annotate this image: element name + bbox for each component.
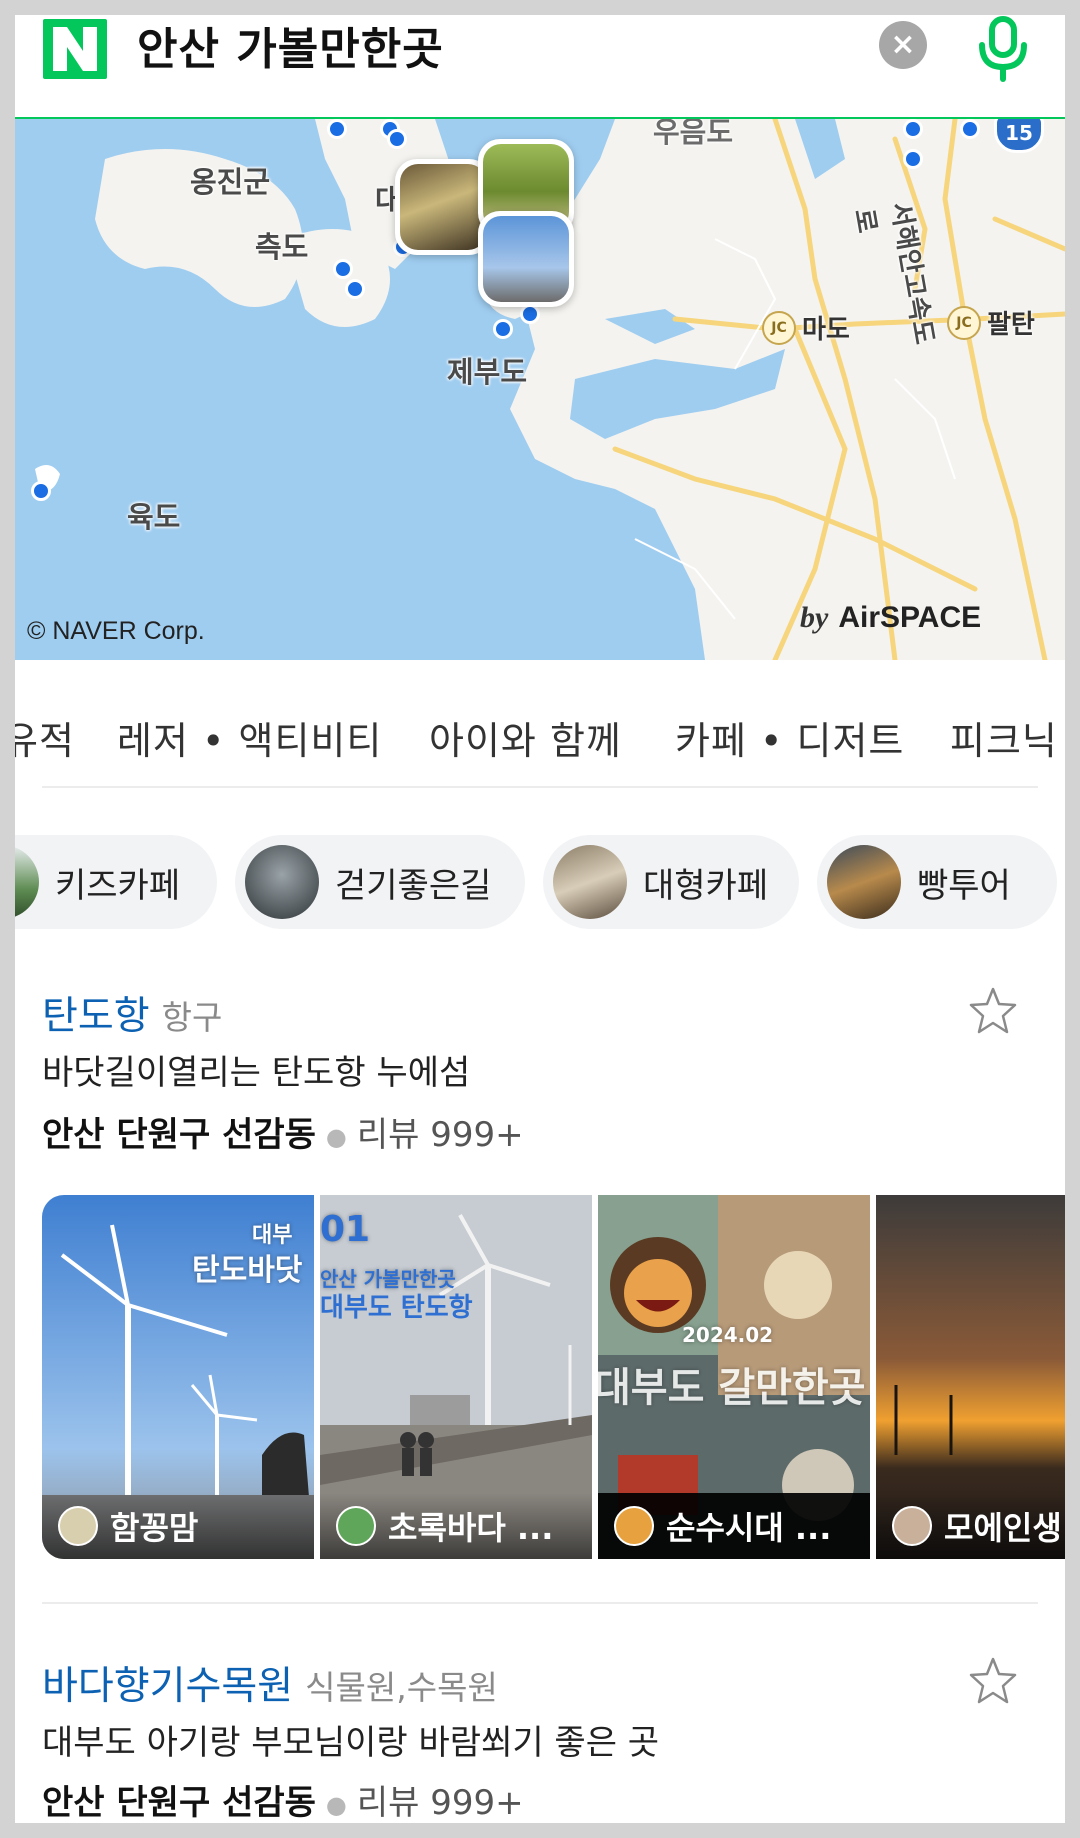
map-photo-marker[interactable]: [395, 159, 491, 255]
photo-overlay-text: 01: [320, 1209, 371, 1250]
clear-search-button[interactable]: ×: [879, 21, 927, 69]
map-photo-marker[interactable]: [478, 211, 574, 307]
place-meta: 안산 단원구 선감동 ● 리뷰 999+: [42, 1775, 524, 1823]
tab-category[interactable]: 카페 • 디저트: [675, 710, 904, 765]
map-pin[interactable]: [493, 319, 513, 339]
photo-overlay-text: 대부도 갈만한곳: [598, 1365, 866, 1411]
place-category: 식물원,수목원: [305, 1668, 498, 1707]
map-label-yukdo: 육도: [127, 500, 181, 534]
divider: [42, 1602, 1038, 1604]
place-description: 바닷길이열리는 탄도항 누에섬: [42, 1053, 471, 1093]
place-review-count[interactable]: 리뷰 999+: [357, 1783, 524, 1823]
place-review-count[interactable]: 리뷰 999+: [357, 1115, 524, 1155]
place-address: 안산 단원구 선감동: [42, 1783, 316, 1823]
map-label-jebudo: 제부도: [447, 355, 528, 389]
author-avatar: [614, 1506, 654, 1546]
map-view[interactable]: 15 옹진군 측도 대 제부도 육도 우음도 서해안고속도로 JC 마도 JC …: [15, 119, 1065, 660]
place-address: 안산 단원구 선감동: [42, 1115, 316, 1155]
review-photo[interactable]: 모에인생: [876, 1195, 1065, 1559]
star-icon[interactable]: [967, 1655, 1019, 1707]
star-icon[interactable]: [967, 985, 1019, 1037]
review-photo[interactable]: 대부 탄도바닷 함꽁맘: [42, 1195, 314, 1559]
category-tabs: 유적 레저 • 액티비티 아이와 함께 카페 • 디저트 피크닉: [15, 660, 1065, 785]
chip-bakery-tour[interactable]: 빵투어: [817, 835, 1057, 929]
place-meta: 안산 단원구 선감동 ● 리뷰 999+: [42, 1107, 524, 1156]
author-avatar: [336, 1506, 376, 1546]
author-name: 모에인생: [944, 1509, 1062, 1547]
map-pin[interactable]: [387, 129, 407, 149]
jc-badge-icon: JC: [947, 305, 981, 340]
microphone-icon[interactable]: [973, 15, 1033, 85]
place-category: 항구: [161, 998, 223, 1037]
map-pin[interactable]: [960, 119, 980, 139]
author-name: 초록바다 ...: [388, 1509, 554, 1547]
map-label-cheukdo: 측도: [255, 230, 309, 264]
place-name-link[interactable]: 탄도항: [42, 985, 150, 1041]
photo-caption: 순수시대 ...: [598, 1493, 870, 1559]
map-copyright: © NAVER Corp.: [27, 617, 205, 645]
search-results-card: 안산 가볼만한곳 × 15 옹진군 측도 대 제부도 육도 우음도 서해안고속도…: [15, 15, 1065, 1823]
photo-overlay-text: 탄도바닷: [192, 1253, 303, 1288]
naver-logo[interactable]: [43, 19, 107, 79]
review-photo[interactable]: 2024.02 대부도 갈만한곳 순수시대 ...: [598, 1195, 870, 1559]
place-title: 탄도항 항구: [42, 985, 222, 1041]
tab-category[interactable]: 레저 • 액티비티: [117, 710, 382, 765]
tab-category[interactable]: 아이와 함께: [429, 710, 622, 765]
map-pin[interactable]: [31, 481, 51, 501]
airspace-attribution: by AirSPACE: [800, 601, 982, 634]
map-pin[interactable]: [333, 259, 353, 279]
map-pin[interactable]: [327, 119, 347, 139]
map-label-ongjin: 옹진군: [190, 165, 271, 199]
author-name: 함꽁맘: [110, 1509, 199, 1547]
photo-overlay-text: 대부도 탄도항: [320, 1293, 473, 1323]
map-pin[interactable]: [903, 149, 923, 169]
place-description: 대부도 아기랑 부모님이랑 바람쐬기 좋은 곳: [42, 1723, 660, 1763]
jc-badge-icon: JC: [762, 310, 796, 345]
author-avatar: [892, 1506, 932, 1546]
divider: [42, 786, 1038, 788]
chip-thumbnail: [827, 845, 901, 919]
map-pin[interactable]: [520, 304, 540, 324]
map-jc-paltan: JC 팔탄: [947, 304, 1035, 341]
chip-large-cafe[interactable]: 대형카페: [543, 835, 799, 929]
map-jc-mado: JC 마도: [762, 309, 850, 346]
photo-caption: 모에인생: [876, 1493, 1065, 1559]
chip-kids-cafe[interactable]: 키즈카페: [15, 835, 217, 929]
review-photo[interactable]: 01 안산 가볼만한곳 대부도 탄도항 초록바다 ...: [320, 1195, 592, 1559]
author-avatar: [58, 1506, 98, 1546]
photo-overlay-text: 2024.02: [682, 1323, 774, 1347]
chip-thumbnail: [553, 845, 627, 919]
photo-strip[interactable]: 대부 탄도바닷 함꽁맘 01 안산 가볼만한곳 대부도 탄도항 초록바다 ...…: [42, 1195, 1065, 1559]
map-label-ueumdo: 우음도: [653, 119, 734, 149]
author-name: 순수시대 ...: [666, 1509, 832, 1547]
search-bar: 안산 가볼만한곳 ×: [15, 15, 1065, 119]
photo-caption: 초록바다 ...: [320, 1493, 592, 1559]
tab-category[interactable]: 피크닉: [950, 710, 1058, 765]
chip-thumbnail: [15, 845, 39, 919]
photo-caption: 함꽁맘: [42, 1493, 314, 1559]
chip-walking-path[interactable]: 걷기좋은길: [235, 835, 525, 929]
place-title: 바다향기수목원 식물원,수목원: [42, 1655, 498, 1711]
place-name-link[interactable]: 바다향기수목원: [42, 1655, 293, 1711]
map-pin[interactable]: [345, 279, 365, 299]
search-query[interactable]: 안산 가볼만한곳: [137, 20, 444, 80]
tab-category[interactable]: 유적: [15, 710, 75, 765]
separator-dot: ●: [325, 1790, 347, 1819]
separator-dot: ●: [325, 1122, 347, 1151]
map-pin[interactable]: [903, 119, 923, 139]
chip-thumbnail: [245, 845, 319, 919]
